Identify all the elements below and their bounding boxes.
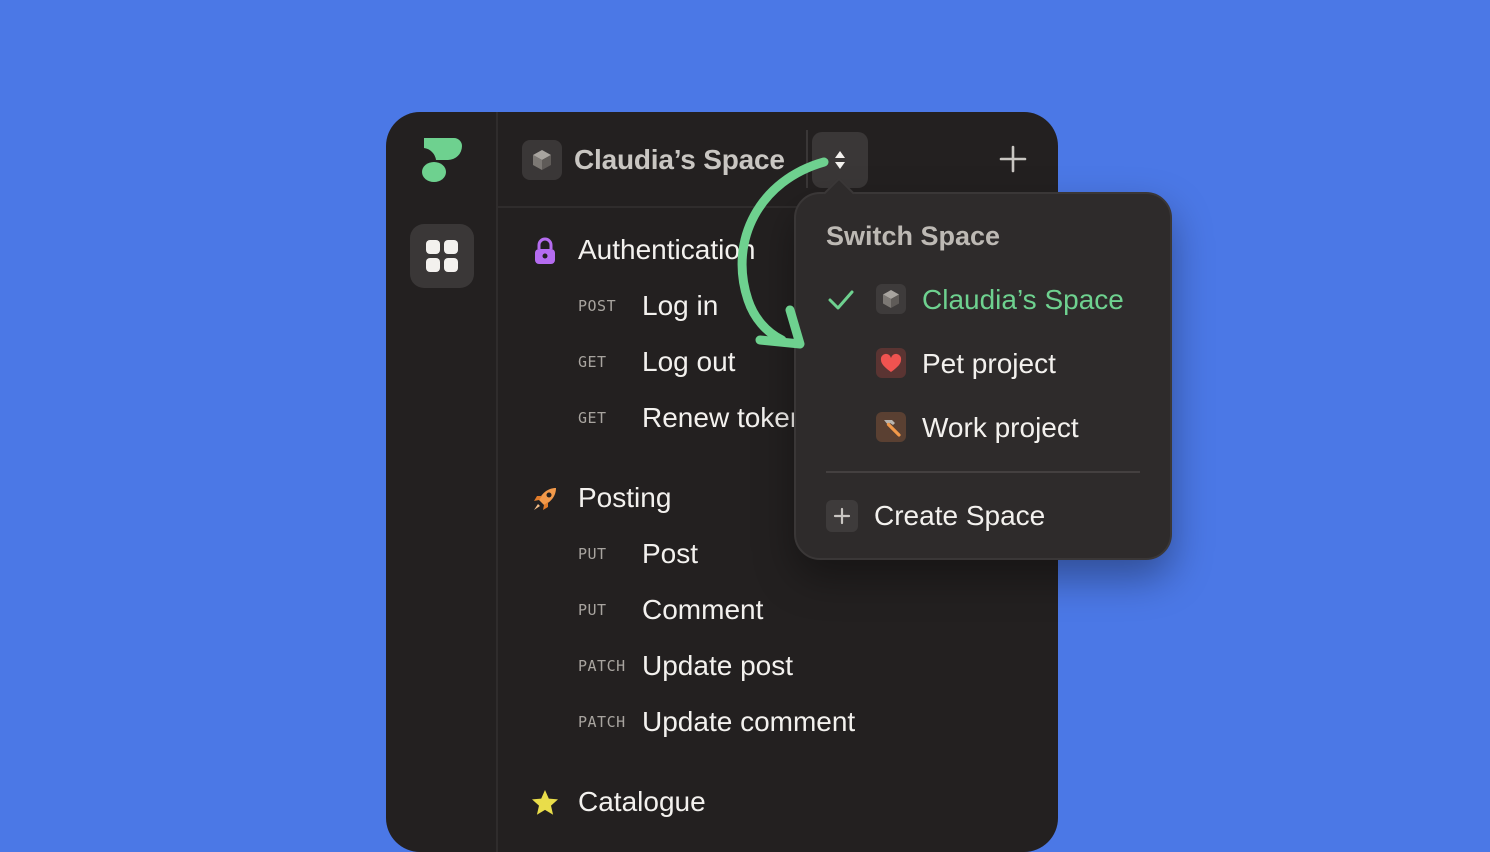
endpoint-name: Log in — [642, 290, 719, 321]
space-option-pet-project[interactable]: Pet project — [826, 342, 1146, 386]
box-icon — [876, 284, 906, 314]
annotation-arrow-icon — [737, 157, 829, 349]
http-method: PUT — [578, 545, 607, 563]
plus-icon — [999, 145, 1027, 173]
section-label: Catalogue — [578, 786, 706, 817]
sidebar-rail — [386, 112, 498, 852]
create-space-label: Create Space — [874, 500, 1046, 531]
grid-icon — [426, 240, 458, 272]
http-method: PUT — [578, 601, 607, 619]
option-label: Pet project — [922, 348, 1056, 379]
create-space-button[interactable]: Create Space — [826, 494, 1146, 538]
http-method: PATCH — [578, 713, 626, 731]
option-label: Work project — [922, 412, 1079, 443]
heart-icon — [876, 348, 906, 378]
hammer-icon — [876, 412, 906, 442]
apps-grid-button[interactable] — [410, 224, 474, 288]
http-method: GET — [578, 409, 607, 427]
endpoint-name: Comment — [642, 594, 764, 625]
plus-icon — [826, 500, 858, 532]
star-icon — [530, 788, 560, 818]
section-label: Posting — [578, 482, 672, 513]
http-method: PATCH — [578, 657, 626, 675]
endpoint-name: Update post — [642, 650, 793, 681]
dropdown-separator — [826, 471, 1140, 473]
option-label: Claudia’s Space — [922, 284, 1124, 315]
http-method: POST — [578, 297, 617, 315]
endpoint-name: Post — [642, 538, 699, 569]
box-icon — [522, 140, 562, 180]
dropdown-title: Switch Space — [826, 221, 1001, 251]
rocket-icon — [530, 484, 560, 514]
http-method: GET — [578, 353, 607, 371]
endpoint-name: Renew token — [642, 402, 806, 433]
add-button[interactable] — [998, 144, 1028, 174]
lock-icon — [530, 236, 560, 266]
switch-space-dropdown: Switch Space Claudia’s Space Pet project — [794, 177, 1172, 560]
space-option-work-project[interactable]: Work project — [826, 406, 1146, 450]
endpoint-name: Update comment — [642, 706, 856, 737]
app-logo-icon[interactable] — [420, 134, 464, 186]
space-option-claudias-space[interactable]: Claudia’s Space — [826, 278, 1146, 322]
